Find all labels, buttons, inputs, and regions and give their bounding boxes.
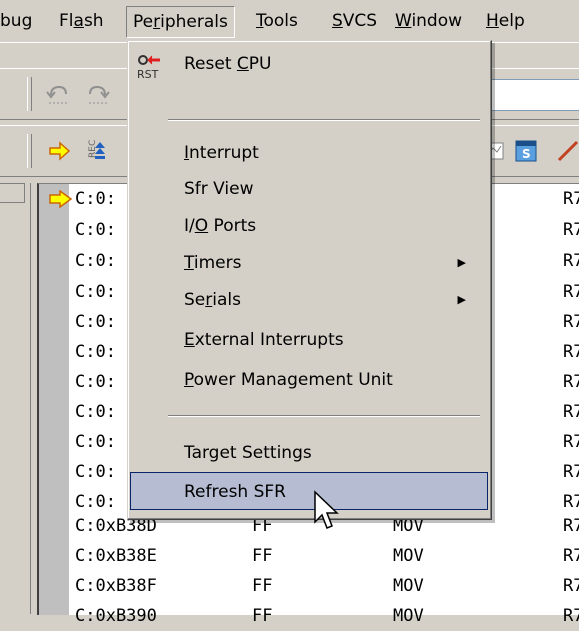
row-opcode: FF: [252, 546, 273, 566]
row-address: C:0:: [75, 189, 116, 209]
row-operand: R7: [563, 372, 579, 392]
disassembly-row[interactable]: C:0: R7: [75, 184, 579, 214]
row-address: C:0:: [75, 432, 116, 452]
menu-peripherals[interactable]: Peripherals: [126, 6, 235, 38]
row-operand: R7: [563, 312, 579, 332]
row-mnemonic: MOV: [393, 546, 424, 566]
row-operand: R7: [563, 432, 579, 452]
row-operand: R7: [563, 576, 579, 596]
pencil-icon[interactable]: [553, 138, 579, 164]
row-operand: R7: [563, 342, 579, 362]
row-mnemonic: MOV: [393, 576, 424, 596]
toolbar-grip[interactable]: [27, 77, 32, 111]
row-operand: R7: [563, 462, 579, 482]
menu-debug[interactable]: bug: [0, 6, 38, 36]
menu-item-interrupt[interactable]: Interrupt: [130, 134, 488, 172]
row-mnemonic: MOV: [393, 606, 424, 626]
disassembly-row[interactable]: C:0: R7: [75, 427, 579, 457]
disassembly-row[interactable]: C:0xB38E FF MOV R7: [75, 541, 579, 571]
row-address: C:0:: [75, 282, 116, 302]
menu-item-timers[interactable]: Timers ▶: [130, 244, 488, 282]
menu-separator: [168, 119, 480, 121]
menu-item-io-ports[interactable]: I/O Ports: [130, 207, 488, 245]
row-address: C:0:: [75, 462, 116, 482]
row-operand: R7: [563, 516, 579, 536]
project-pane: [0, 183, 31, 614]
row-address: C:0:: [75, 251, 116, 271]
disassembly-row[interactable]: C:0: R7: [75, 397, 579, 427]
row-address: C:0:: [75, 312, 116, 332]
current-instruction-arrow-icon: [49, 190, 73, 208]
svg-text:S: S: [522, 147, 531, 161]
svg-text:REC: REC: [88, 140, 98, 158]
rst-icon: RST: [136, 53, 164, 81]
menu-item-power-management-unit[interactable]: Power Management Unit: [130, 361, 488, 399]
disassembly-row[interactable]: C:0xB390 FF MOV R7: [75, 601, 579, 631]
menu-window[interactable]: Window: [389, 6, 468, 36]
menu-item-reset-cpu[interactable]: RST Reset CPU: [130, 45, 488, 83]
redo-icon[interactable]: [85, 81, 111, 107]
row-address: C:0:: [75, 492, 116, 512]
disassembly-row[interactable]: C:0: R7: [75, 457, 579, 487]
svg-text:RST: RST: [137, 68, 159, 81]
project-pane-tab[interactable]: [0, 183, 25, 203]
row-address: C:0:: [75, 402, 116, 422]
menu-item-target-settings[interactable]: Target Settings: [130, 434, 488, 472]
menu-separator-2: [168, 415, 480, 417]
row-operand: R7: [563, 282, 579, 302]
row-address: C:0xB390: [75, 606, 157, 626]
toolbar-grip-2[interactable]: [27, 134, 32, 168]
menu-item-serials[interactable]: Serials ▶: [130, 281, 488, 319]
row-opcode: FF: [252, 606, 273, 626]
row-address: C:0:: [75, 342, 116, 362]
trace-record-icon[interactable]: REC: [80, 138, 106, 164]
menu-svcs[interactable]: SVCS: [326, 6, 383, 36]
peripherals-menu: RST Reset CPU Interrupt Sfr View I/O Por…: [127, 40, 492, 520]
symbols-window-icon[interactable]: S: [514, 138, 540, 164]
row-operand: R7: [563, 220, 579, 240]
undo-icon[interactable]: [45, 81, 71, 107]
row-address: C:0:: [75, 220, 116, 240]
submenu-arrow-icon: ▶: [457, 293, 466, 306]
toolbar-combo[interactable]: [485, 79, 579, 111]
menu-item-external-interrupts[interactable]: External Interrupts: [130, 321, 488, 359]
row-address: C:0:: [75, 372, 116, 392]
menu-item-refresh-sfr[interactable]: Refresh SFR: [130, 472, 488, 510]
row-address: C:0xB38E: [75, 546, 157, 566]
menu-flash[interactable]: Flash: [53, 6, 110, 36]
disassembly-row[interactable]: C:0: R7: [75, 277, 579, 307]
row-address: C:0xB38F: [75, 576, 157, 596]
row-operand: R7: [563, 546, 579, 566]
row-operand: R7: [563, 251, 579, 271]
disassembly-row[interactable]: C:0: R7: [75, 246, 579, 276]
breakpoint-gutter[interactable]: [39, 184, 69, 615]
menu-tools[interactable]: Tools: [250, 6, 304, 36]
disassembly-row[interactable]: C:0: R7: [75, 337, 579, 367]
disassembly-row[interactable]: C:0: R7: [75, 307, 579, 337]
menu-item-sfr-view[interactable]: Sfr View: [130, 170, 488, 208]
show-next-statement-icon[interactable]: [47, 138, 73, 164]
row-operand: R7: [563, 189, 579, 209]
row-operand: R7: [563, 402, 579, 422]
disassembly-row[interactable]: C:0: R7: [75, 215, 579, 245]
menu-help[interactable]: Help: [480, 6, 531, 36]
disassembly-row[interactable]: C:0xB38F FF MOV R7: [75, 571, 579, 601]
menu-bar: bug Flash Peripherals Tools SVCS Window …: [0, 0, 579, 43]
mouse-pointer-icon: [314, 490, 339, 529]
disassembly-row[interactable]: C:0: R7: [75, 367, 579, 397]
submenu-arrow-icon: ▶: [457, 256, 466, 269]
row-operand: R7: [563, 606, 579, 626]
row-opcode: FF: [252, 576, 273, 596]
